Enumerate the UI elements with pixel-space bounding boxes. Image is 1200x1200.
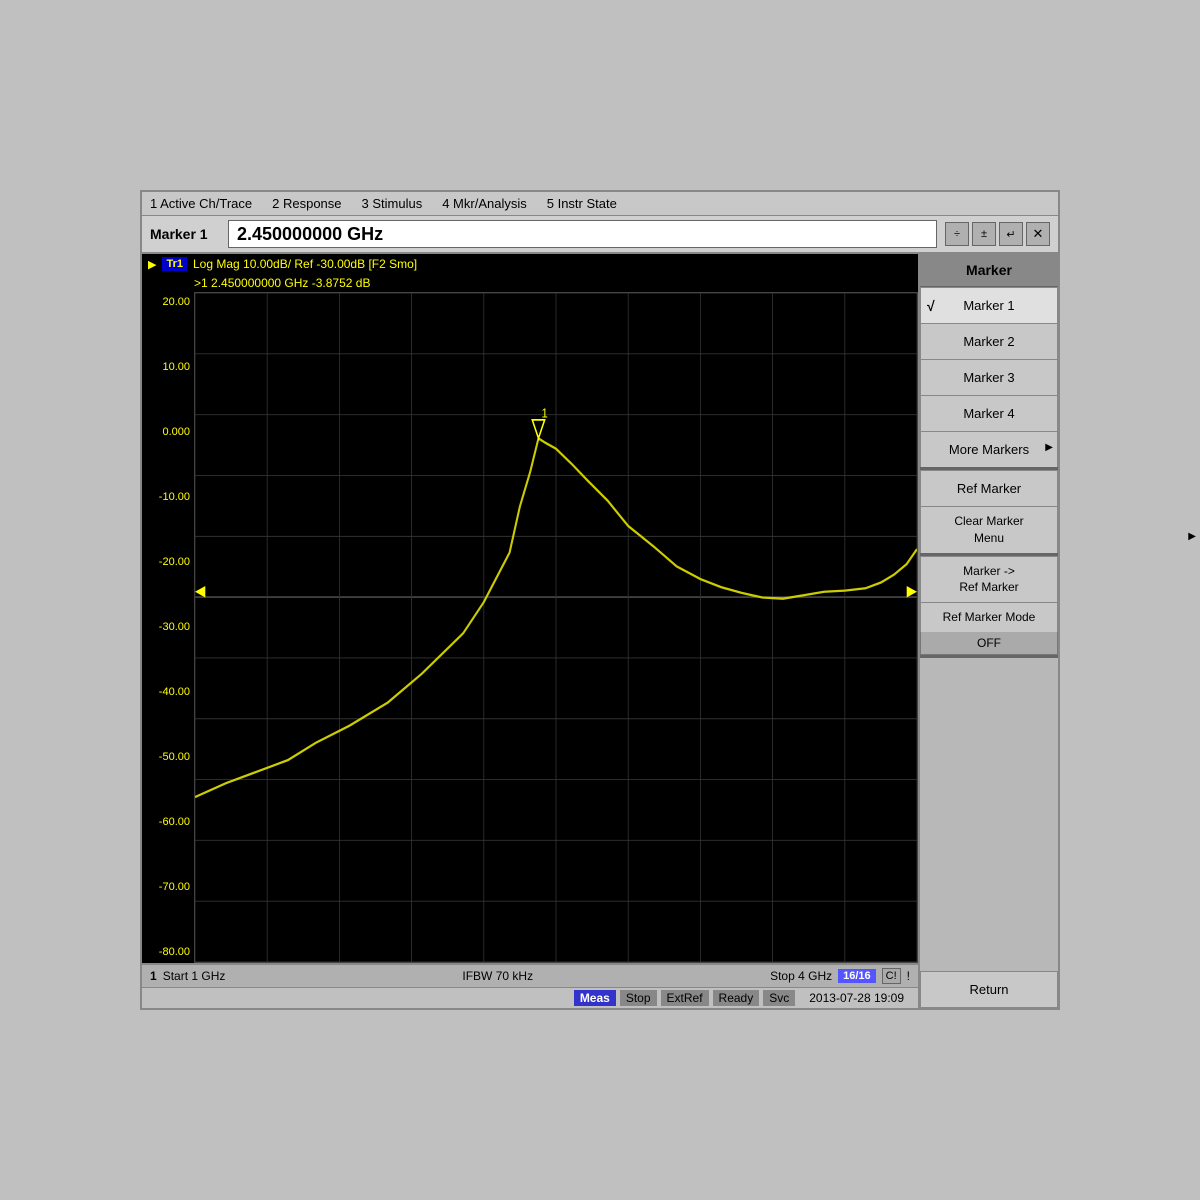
y-label-8: -60.00 <box>144 817 190 828</box>
status-ready: Ready <box>713 990 760 1006</box>
footer-exclamation: ! <box>907 969 910 983</box>
ctrl-enter-btn[interactable]: ↵ <box>999 222 1023 246</box>
plot-area: 1 <box>194 292 918 963</box>
marker-controls: ÷ ± ↵ ✕ <box>945 222 1050 246</box>
panel-btn-ref-marker[interactable]: Ref Marker <box>920 470 1058 506</box>
svg-text:1: 1 <box>542 406 549 421</box>
y-label-7: -50.00 <box>144 752 190 763</box>
instrument-frame: 1 Active Ch/Trace 2 Response 3 Stimulus … <box>140 190 1060 1010</box>
panel-btn-ref-marker-mode[interactable]: Ref Marker Mode <box>920 602 1058 632</box>
y-label-2: 0.000 <box>144 427 190 438</box>
y-label-1: 10.00 <box>144 362 190 373</box>
status-svc: Svc <box>763 990 795 1006</box>
y-label-10: -80.00 <box>144 947 190 958</box>
y-label-5: -30.00 <box>144 622 190 633</box>
menu-response[interactable]: 2 Response <box>272 196 341 211</box>
footer-stop: Stop 4 GHz <box>770 969 832 983</box>
status-bar: Meas Stop ExtRef Ready Svc 2013-07-28 19… <box>142 987 918 1008</box>
footer-ifbw: IFBW 70 kHz <box>231 969 764 983</box>
panel-btn-marker4[interactable]: Marker 4 <box>920 395 1058 431</box>
ctrl-increment-btn[interactable]: ÷ <box>945 222 969 246</box>
status-datetime: 2013-07-28 19:09 <box>803 990 910 1006</box>
footer-bar: 1 Start 1 GHz IFBW 70 kHz Stop 4 GHz 16/… <box>142 963 918 987</box>
ctrl-decrement-btn[interactable]: ± <box>972 222 996 246</box>
panel-btn-marker3[interactable]: Marker 3 <box>920 359 1058 395</box>
y-label-6: -40.00 <box>144 687 190 698</box>
panel-divider-3 <box>920 655 1058 658</box>
y-label-0: 20.00 <box>144 297 190 308</box>
ctrl-close-btn[interactable]: ✕ <box>1026 222 1050 246</box>
panel-btn-clear-marker-menu[interactable]: Clear MarkerMenu <box>920 506 1058 553</box>
marker-label: Marker 1 <box>150 226 220 242</box>
menu-instr-state[interactable]: 5 Instr State <box>547 196 617 211</box>
panel-btn-marker2[interactable]: Marker 2 <box>920 323 1058 359</box>
status-extref: ExtRef <box>661 990 709 1006</box>
panel-btn-more-markers[interactable]: More Markers <box>920 431 1058 467</box>
y-label-9: -70.00 <box>144 882 190 893</box>
panel-btn-marker1[interactable]: Marker 1 <box>920 287 1058 323</box>
panel-btn-ref-marker-mode-val[interactable]: OFF <box>920 632 1058 655</box>
chart-svg: 1 <box>195 293 917 962</box>
y-label-4: -20.00 <box>144 557 190 568</box>
chart-area: ▶ Tr1 Log Mag 10.00dB/ Ref -30.00dB [F2 … <box>142 254 918 1008</box>
marker-bar: Marker 1 ÷ ± ↵ ✕ <box>142 216 1058 254</box>
menu-mkr-analysis[interactable]: 4 Mkr/Analysis <box>442 196 527 211</box>
right-panel: Marker Marker 1 Marker 2 Marker 3 Marker… <box>918 254 1058 1008</box>
footer-badge: 16/16 <box>838 969 876 983</box>
marker-freq-input[interactable] <box>228 220 937 248</box>
menu-active-ch[interactable]: 1 Active Ch/Trace <box>150 196 252 211</box>
status-stop: Stop <box>620 990 657 1006</box>
marker-readout: >1 2.450000000 GHz -3.8752 dB <box>142 274 918 292</box>
panel-return-btn[interactable]: Return <box>920 971 1058 1008</box>
trace-params: Log Mag 10.00dB/ Ref -30.00dB [F2 Smo] <box>193 257 417 271</box>
footer-ci: C! <box>882 968 901 984</box>
trace-name: Tr1 <box>162 257 187 271</box>
trace-header: ▶ Tr1 Log Mag 10.00dB/ Ref -30.00dB [F2 … <box>142 254 918 274</box>
y-axis: 20.00 10.00 0.000 -10.00 -20.00 -30.00 -… <box>142 292 194 963</box>
y-label-3: -10.00 <box>144 492 190 503</box>
footer-start: Start 1 GHz <box>163 969 226 983</box>
panel-title: Marker <box>920 254 1058 287</box>
main-content: ▶ Tr1 Log Mag 10.00dB/ Ref -30.00dB [F2 … <box>142 254 1058 1008</box>
panel-btn-marker-to-ref[interactable]: Marker ->Ref Marker <box>920 556 1058 603</box>
menu-stimulus[interactable]: 3 Stimulus <box>362 196 423 211</box>
chart-wrapper: 20.00 10.00 0.000 -10.00 -20.00 -30.00 -… <box>142 292 918 963</box>
status-meas: Meas <box>574 990 616 1006</box>
menu-bar: 1 Active Ch/Trace 2 Response 3 Stimulus … <box>142 192 1058 216</box>
footer-channel: 1 <box>150 969 157 983</box>
